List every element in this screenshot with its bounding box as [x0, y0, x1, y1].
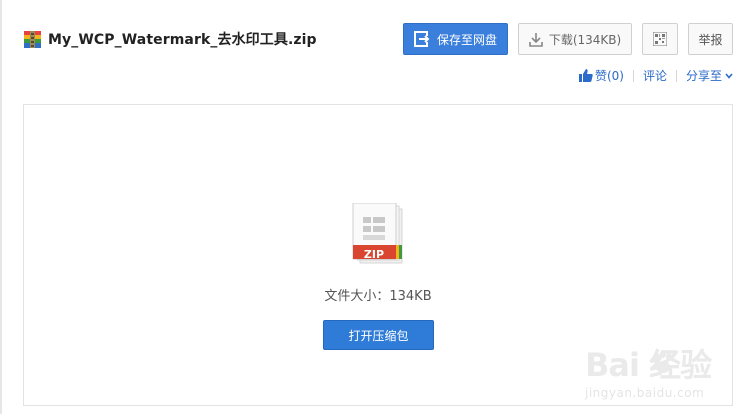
share-label: 分享至	[685, 69, 722, 83]
report-label: 举报	[698, 32, 723, 47]
download-button[interactable]: 下载(134KB)	[518, 23, 632, 55]
zip-archive-icon	[24, 30, 41, 48]
file-title: My_WCP_Watermark_去水印工具.zip	[48, 32, 317, 48]
chevron-down-icon	[725, 72, 733, 79]
baidu-jingyan-watermark: Bai 经验 jingyan.baidu.com	[577, 340, 747, 410]
social-actions: 赞(0) 评论 分享至	[578, 67, 733, 84]
paw-icon	[654, 350, 672, 373]
watermark-url: jingyan.baidu.com	[585, 386, 705, 400]
watermark-logo-text: Bai 经验	[585, 346, 712, 384]
like-link[interactable]: 赞(0)	[578, 67, 624, 84]
zip-badge-label: ZIP	[363, 248, 385, 261]
file-header: My_WCP_Watermark_去水印工具.zip 保存至网盘 下载(134K…	[0, 0, 753, 100]
download-icon	[529, 32, 543, 47]
save-to-cloud-button[interactable]: 保存至网盘	[403, 23, 508, 55]
qr-code-icon	[653, 32, 667, 46]
save-to-cloud-label: 保存至网盘	[436, 32, 497, 47]
comment-link[interactable]: 评论	[643, 67, 667, 84]
file-size-label: 文件大小：134KB	[324, 289, 432, 304]
open-archive-button[interactable]: 打开压缩包	[323, 320, 434, 350]
thumbs-up-icon	[578, 69, 593, 82]
report-button[interactable]: 举报	[688, 23, 733, 55]
share-dropdown[interactable]: 分享至	[686, 67, 733, 84]
download-label: 下载(134KB)	[548, 32, 622, 47]
like-label: 赞(0)	[594, 69, 624, 83]
qr-code-button[interactable]	[642, 23, 678, 55]
file-title-group: My_WCP_Watermark_去水印工具.zip	[24, 29, 317, 49]
divider	[675, 69, 677, 82]
save-to-cloud-icon	[413, 31, 430, 47]
open-archive-label: 打开压缩包	[348, 328, 409, 343]
comment-label: 评论	[642, 69, 667, 83]
divider	[632, 69, 634, 82]
